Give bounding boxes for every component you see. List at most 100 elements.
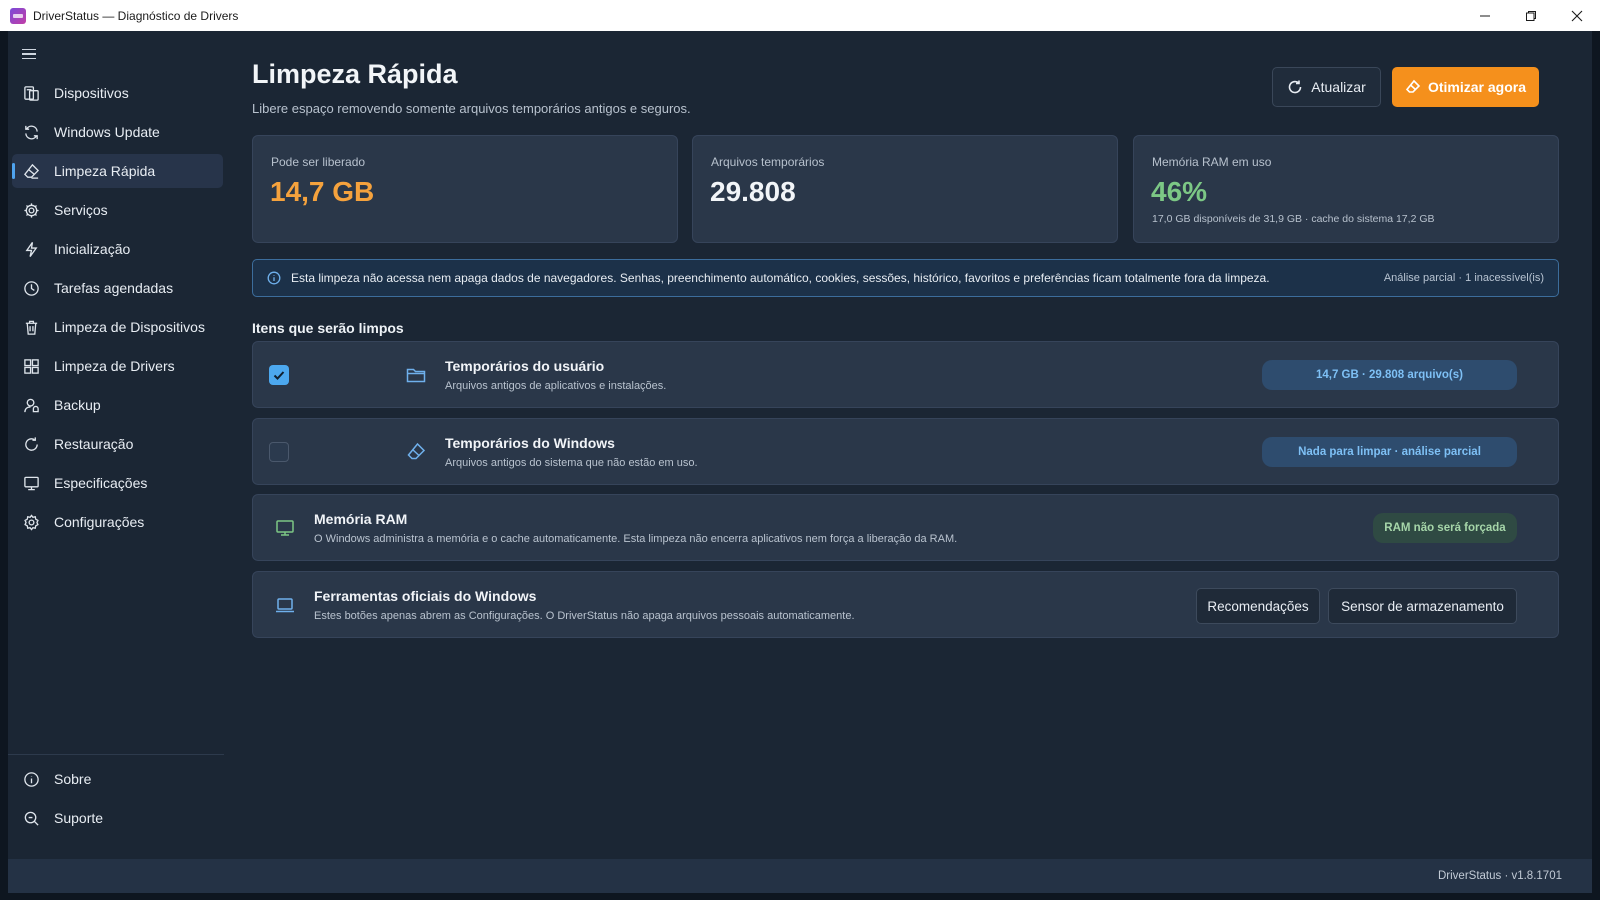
optimize-now-button[interactable]: Otimizar agora — [1392, 67, 1539, 107]
info-banner-text: Esta limpeza não acessa nem apaga dados … — [291, 271, 1270, 285]
hamburger-menu-button[interactable] — [22, 45, 42, 63]
app-window: Dispositivos Windows Update Limpeza Rápi… — [8, 31, 1592, 893]
windows-temp-checkbox[interactable] — [269, 442, 289, 462]
recommendations-button[interactable]: Recomendações — [1196, 588, 1320, 624]
sidebar-item-dispositivos[interactable]: Dispositivos — [12, 76, 223, 110]
item-title: Temporários do usuário — [445, 358, 605, 374]
clock-icon — [22, 279, 40, 297]
stat-subtext: 17,0 GB disponíveis de 31,9 GB · cache d… — [1152, 213, 1435, 225]
sidebar-item-especificacoes[interactable]: Especificações — [12, 466, 223, 500]
version-label: DriverStatus · v1.8.1701 — [1437, 870, 1562, 882]
item-description: Arquivos antigos do sistema que não estã… — [445, 457, 698, 469]
sidebar-item-backup[interactable]: Backup — [12, 388, 223, 422]
cleanup-item-windows-temp: Temporários do Windows Arquivos antigos … — [252, 418, 1559, 485]
sidebar-item-sobre[interactable]: Sobre — [12, 762, 223, 796]
trash-icon — [22, 318, 40, 336]
stat-card-liberavel: Pode ser liberado 14,7 GB — [252, 135, 678, 243]
eraser-icon — [405, 441, 427, 463]
restore-icon — [22, 435, 40, 453]
sidebar-item-servicos[interactable]: Serviços — [12, 193, 223, 227]
backup-icon — [22, 396, 40, 414]
page-subtitle: Libere espaço removendo somente arquivos… — [252, 101, 691, 116]
cleanup-item-user-temp: Temporários do usuário Arquivos antigos … — [252, 341, 1559, 408]
main-content: Limpeza Rápida Libere espaço removendo s… — [252, 31, 1572, 859]
stat-label: Memória RAM em uso — [1152, 155, 1272, 169]
sidebar-item-restauracao[interactable]: Restauração — [12, 427, 223, 461]
hamburger-line — [22, 53, 36, 55]
sidebar-item-limpeza-rapida[interactable]: Limpeza Rápida — [12, 154, 223, 188]
lightning-icon — [22, 240, 40, 258]
stat-value: 46% — [1151, 176, 1208, 207]
refresh-button-label: Atualizar — [1311, 79, 1366, 95]
minimize-icon — [1480, 15, 1490, 16]
sidebar-item-label: Especificações — [54, 475, 148, 491]
sidebar-item-label: Sobre — [54, 771, 92, 787]
sidebar: Dispositivos Windows Update Limpeza Rápi… — [8, 31, 228, 859]
devices-icon — [22, 84, 40, 102]
sidebar-item-label: Suporte — [54, 810, 104, 826]
stat-value: 29.808 — [710, 176, 796, 207]
sidebar-item-tarefas-agendadas[interactable]: Tarefas agendadas — [12, 271, 223, 305]
hamburger-icon — [22, 48, 36, 51]
info-banner: Esta limpeza não acessa nem apaga dados … — [252, 259, 1559, 297]
sidebar-item-limpeza-drivers[interactable]: Limpeza de Drivers — [12, 349, 223, 383]
settings-icon — [22, 513, 40, 531]
page-title: Limpeza Rápida — [252, 59, 458, 89]
status-badge: Nada para limpar · análise parcial — [1262, 437, 1517, 467]
maximize-button[interactable] — [1508, 0, 1554, 31]
sidebar-item-configuracoes[interactable]: Configurações — [12, 505, 223, 539]
minimize-button[interactable] — [1462, 0, 1508, 31]
title-bar: DriverStatus — Diagnóstico de Drivers — [0, 0, 1600, 31]
status-badge: RAM não será forçada — [1373, 513, 1517, 543]
info-icon — [22, 770, 40, 788]
gear-icon — [22, 201, 40, 219]
item-title: Ferramentas oficiais do Windows — [314, 588, 537, 604]
sidebar-item-limpeza-dispositivos[interactable]: Limpeza de Dispositivos — [12, 310, 223, 344]
sidebar-item-inicializacao[interactable]: Inicialização — [12, 232, 223, 266]
laptop-icon — [274, 594, 296, 616]
sidebar-item-label: Inicialização — [54, 241, 131, 257]
sidebar-item-windows-update[interactable]: Windows Update — [12, 115, 223, 149]
eraser-icon — [22, 162, 40, 180]
monitor-icon — [274, 517, 296, 539]
stat-card-memoria-ram: Memória RAM em uso 46% 17,0 GB disponíve… — [1133, 135, 1559, 243]
checkmark-icon — [273, 371, 285, 380]
sidebar-item-suporte[interactable]: Suporte — [12, 801, 223, 835]
sidebar-item-label: Configurações — [54, 514, 145, 530]
sidebar-item-label: Backup — [54, 397, 101, 413]
eraser-icon — [1405, 79, 1421, 93]
window-title: DriverStatus — Diagnóstico de Drivers — [33, 8, 239, 23]
sidebar-item-label: Limpeza de Dispositivos — [54, 319, 205, 335]
item-description: Arquivos antigos de aplicativos e instal… — [445, 380, 667, 392]
sidebar-item-label: Windows Update — [54, 124, 160, 140]
status-bar: DriverStatus · v1.8.1701 — [8, 859, 1592, 893]
monitor-icon — [22, 474, 40, 492]
close-icon — [1571, 10, 1583, 21]
size-badge: 14,7 GB · 29.808 arquivo(s) — [1262, 360, 1517, 390]
optimize-button-label: Otimizar agora — [1427, 79, 1527, 95]
sidebar-item-label: Serviços — [54, 202, 108, 218]
sidebar-item-label: Tarefas agendadas — [54, 280, 174, 296]
cleanup-item-windows-tools: Ferramentas oficiais do Windows Estes bo… — [252, 571, 1559, 638]
user-temp-checkbox[interactable] — [269, 365, 289, 385]
item-description: O Windows administra a memória e o cache… — [314, 533, 958, 545]
cleanup-item-ram: Memória RAM O Windows administra a memór… — [252, 494, 1559, 561]
stat-label: Pode ser liberado — [271, 155, 366, 169]
sidebar-item-label: Limpeza de Drivers — [54, 358, 175, 374]
stat-label: Arquivos temporários — [711, 155, 825, 169]
app-logo-icon — [10, 7, 26, 24]
sidebar-item-label: Limpeza Rápida — [54, 163, 156, 179]
storage-sense-button[interactable]: Sensor de armazenamento — [1328, 588, 1517, 624]
folder-icon — [405, 364, 427, 386]
close-button[interactable] — [1554, 0, 1600, 31]
support-icon — [22, 809, 40, 827]
apps-icon — [22, 357, 40, 375]
hamburger-line — [22, 57, 36, 60]
stat-value: 14,7 GB — [270, 176, 375, 207]
item-description: Estes botões apenas abrem as Configuraçõ… — [314, 610, 855, 622]
section-title: Itens que serão limpos — [252, 320, 404, 336]
info-icon — [267, 271, 281, 285]
analysis-status: Análise parcial · 1 inacessível(is) — [1383, 272, 1544, 284]
sync-icon — [22, 123, 40, 141]
refresh-button[interactable]: Atualizar — [1272, 67, 1381, 107]
